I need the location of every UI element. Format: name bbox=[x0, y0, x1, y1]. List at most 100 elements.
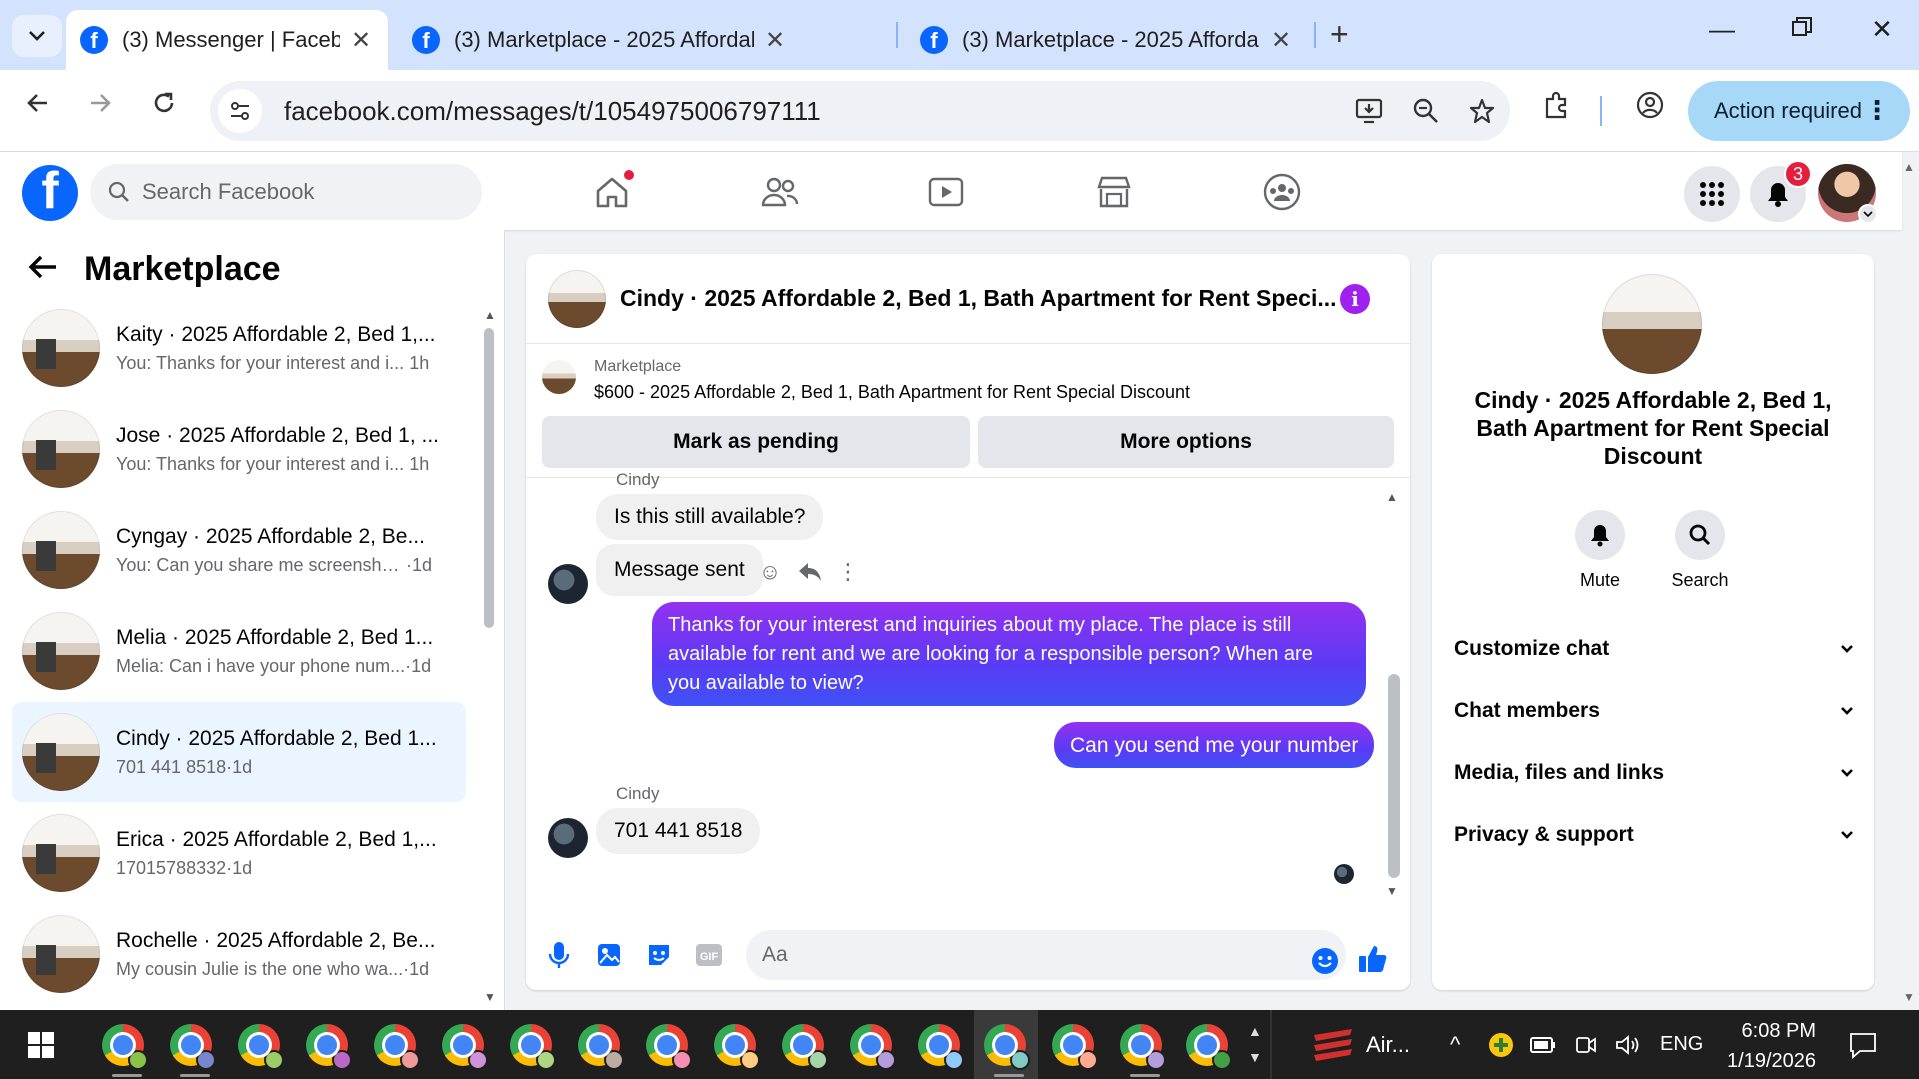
privacy-support-section[interactable]: Privacy & support bbox=[1454, 810, 1854, 860]
watch-icon[interactable] bbox=[916, 164, 976, 220]
close-tab-icon[interactable]: ✕ bbox=[762, 26, 788, 55]
chrome-icon[interactable] bbox=[170, 1024, 216, 1070]
home-icon[interactable] bbox=[582, 164, 642, 220]
forward-arrow-icon[interactable] bbox=[78, 90, 122, 123]
install-app-icon[interactable] bbox=[1342, 97, 1398, 125]
more-actions-icon[interactable]: ⋮ bbox=[832, 556, 864, 588]
gif-icon[interactable]: GIF bbox=[692, 938, 726, 972]
tray-plus-icon[interactable] bbox=[1488, 1010, 1514, 1079]
new-tab-button[interactable]: + bbox=[1330, 16, 1349, 53]
chrome-icon[interactable] bbox=[374, 1024, 420, 1070]
outgoing-message[interactable]: Can you send me your number bbox=[1054, 722, 1375, 768]
chat-title[interactable]: Cindy · 2025 Affordable 2, Bed 1, Bath A… bbox=[620, 285, 1340, 312]
scroll-down-arrow-icon[interactable]: ▼ bbox=[1386, 884, 1398, 898]
notifications-bell-icon[interactable]: 3 bbox=[1750, 160, 1812, 222]
incoming-message[interactable]: Message sent bbox=[596, 544, 763, 596]
windows-start-icon[interactable] bbox=[28, 1032, 54, 1058]
back-arrow-icon[interactable] bbox=[28, 250, 58, 289]
outgoing-message[interactable]: Thanks for your interest and inquiries a… bbox=[652, 602, 1366, 706]
bookmark-star-icon[interactable] bbox=[1454, 97, 1510, 125]
sidebar-scrollbar-thumb[interactable] bbox=[484, 328, 494, 628]
scroll-down-arrow-icon[interactable]: ▼ bbox=[484, 990, 496, 1004]
conversation-item[interactable]: Rochelle · 2025 Affordable 2, Be... My c… bbox=[12, 904, 466, 1004]
system-clock[interactable]: 6:08 PM 1/19/2026 bbox=[1720, 1016, 1816, 1076]
chrome-icon[interactable] bbox=[102, 1024, 148, 1070]
incoming-message[interactable]: 701 441 8518 bbox=[596, 808, 761, 854]
chrome-icon[interactable] bbox=[510, 1024, 556, 1070]
menu-grid-icon[interactable] bbox=[1684, 166, 1740, 222]
notification-center-icon[interactable] bbox=[1848, 1010, 1878, 1079]
search-in-conversation-button[interactable]: Search bbox=[1650, 510, 1750, 591]
meet-now-icon[interactable] bbox=[1574, 1010, 1598, 1079]
mute-button[interactable]: Mute bbox=[1550, 510, 1650, 591]
site-settings-icon[interactable] bbox=[218, 89, 262, 133]
marketplace-icon[interactable] bbox=[1084, 164, 1144, 220]
friends-icon[interactable] bbox=[750, 164, 810, 220]
chrome-icon[interactable] bbox=[984, 1024, 1030, 1070]
taskbar-overflow-arrows-icon[interactable]: ▲ ▼ bbox=[1248, 1018, 1262, 1070]
airline-app-button[interactable]: Air... bbox=[1312, 1010, 1410, 1079]
media-files-links-section[interactable]: Media, files and links bbox=[1454, 748, 1854, 798]
info-icon[interactable]: i bbox=[1340, 284, 1370, 314]
address-bar[interactable]: facebook.com/messages/t/1054975006797111 bbox=[210, 81, 1510, 141]
emoji-icon[interactable] bbox=[1308, 944, 1342, 978]
url-text[interactable]: facebook.com/messages/t/1054975006797111 bbox=[284, 96, 1342, 127]
reply-icon[interactable] bbox=[794, 556, 826, 588]
tab-search-button[interactable] bbox=[12, 15, 62, 57]
conversation-item[interactable]: Cyngay · 2025 Affordable 2, Be... You: C… bbox=[12, 500, 466, 600]
account-chevron-icon[interactable] bbox=[1858, 204, 1878, 224]
message-input[interactable]: Aa bbox=[746, 930, 1346, 980]
customize-chat-section[interactable]: Customize chat bbox=[1454, 624, 1854, 674]
chrome-icon[interactable] bbox=[782, 1024, 828, 1070]
facebook-search-input[interactable]: Search Facebook bbox=[90, 164, 482, 220]
tray-chevron-icon[interactable]: ^ bbox=[1450, 1010, 1460, 1079]
listing-thumbnail[interactable] bbox=[542, 360, 576, 394]
battery-icon[interactable] bbox=[1530, 1010, 1556, 1079]
conversation-item[interactable]: Jose · 2025 Affordable 2, Bed 1, ... You… bbox=[12, 399, 466, 499]
tab-marketplace-1[interactable]: f (3) Marketplace - 2025 Affordable ✕ bbox=[398, 10, 886, 70]
chrome-icon[interactable] bbox=[850, 1024, 896, 1070]
conversation-avatar[interactable] bbox=[1602, 274, 1702, 374]
sender-avatar[interactable] bbox=[548, 818, 588, 858]
chat-scrollbar-thumb[interactable] bbox=[1388, 674, 1400, 878]
chat-members-section[interactable]: Chat members bbox=[1454, 686, 1854, 736]
scroll-up-arrow-icon[interactable]: ▲ bbox=[484, 308, 496, 322]
more-options-button[interactable]: More options bbox=[978, 416, 1394, 468]
chrome-icon[interactable] bbox=[442, 1024, 488, 1070]
chrome-icon[interactable] bbox=[238, 1024, 284, 1070]
page-scroll-up-icon[interactable]: ▲ bbox=[1903, 160, 1915, 174]
back-arrow-icon[interactable] bbox=[16, 90, 60, 123]
close-tab-icon[interactable]: ✕ bbox=[1268, 26, 1294, 55]
chrome-icon[interactable] bbox=[1052, 1024, 1098, 1070]
scroll-up-arrow-icon[interactable]: ▲ bbox=[1386, 490, 1398, 504]
listing-title[interactable]: $600 - 2025 Affordable 2, Bed 1, Bath Ap… bbox=[594, 382, 1190, 403]
chat-avatar[interactable] bbox=[548, 269, 606, 328]
chrome-icon[interactable] bbox=[1120, 1024, 1166, 1070]
minimize-icon[interactable]: — bbox=[1692, 14, 1752, 45]
tab-marketplace-2[interactable]: f (3) Marketplace - 2025 Affordable ✕ bbox=[906, 10, 1308, 70]
page-scroll-down-icon[interactable]: ▼ bbox=[1903, 990, 1915, 1004]
incoming-message[interactable]: Is this still available? bbox=[596, 494, 824, 540]
chrome-icon[interactable] bbox=[714, 1024, 760, 1070]
chrome-icon[interactable] bbox=[646, 1024, 692, 1070]
action-required-button[interactable]: Action required ⋮ bbox=[1688, 81, 1910, 141]
restore-icon[interactable] bbox=[1772, 14, 1832, 45]
groups-icon[interactable] bbox=[1252, 164, 1312, 220]
microphone-icon[interactable] bbox=[542, 938, 576, 972]
conversation-item[interactable]: Erica · 2025 Affordable 2, Bed 1,... 170… bbox=[12, 803, 466, 903]
conversation-item-active[interactable]: Cindy · 2025 Affordable 2, Bed 1... 701 … bbox=[12, 702, 466, 802]
facebook-logo-icon[interactable]: f bbox=[22, 165, 78, 221]
chrome-icon[interactable] bbox=[918, 1024, 964, 1070]
like-thumb-icon[interactable] bbox=[1356, 942, 1390, 976]
chrome-icon[interactable] bbox=[306, 1024, 352, 1070]
conversation-item[interactable]: Kaity · 2025 Affordable 2, Bed 1,... You… bbox=[12, 298, 466, 398]
sender-avatar[interactable] bbox=[548, 564, 588, 604]
profile-icon[interactable] bbox=[1628, 90, 1672, 127]
more-vert-icon[interactable]: ⋮ bbox=[1864, 95, 1890, 126]
photo-icon[interactable] bbox=[592, 938, 626, 972]
extensions-icon[interactable] bbox=[1534, 90, 1578, 127]
tab-messenger[interactable]: f (3) Messenger | Facebook ✕ bbox=[66, 10, 388, 70]
sticker-icon[interactable] bbox=[642, 938, 676, 972]
chrome-icon[interactable] bbox=[578, 1024, 624, 1070]
volume-icon[interactable] bbox=[1614, 1010, 1642, 1079]
